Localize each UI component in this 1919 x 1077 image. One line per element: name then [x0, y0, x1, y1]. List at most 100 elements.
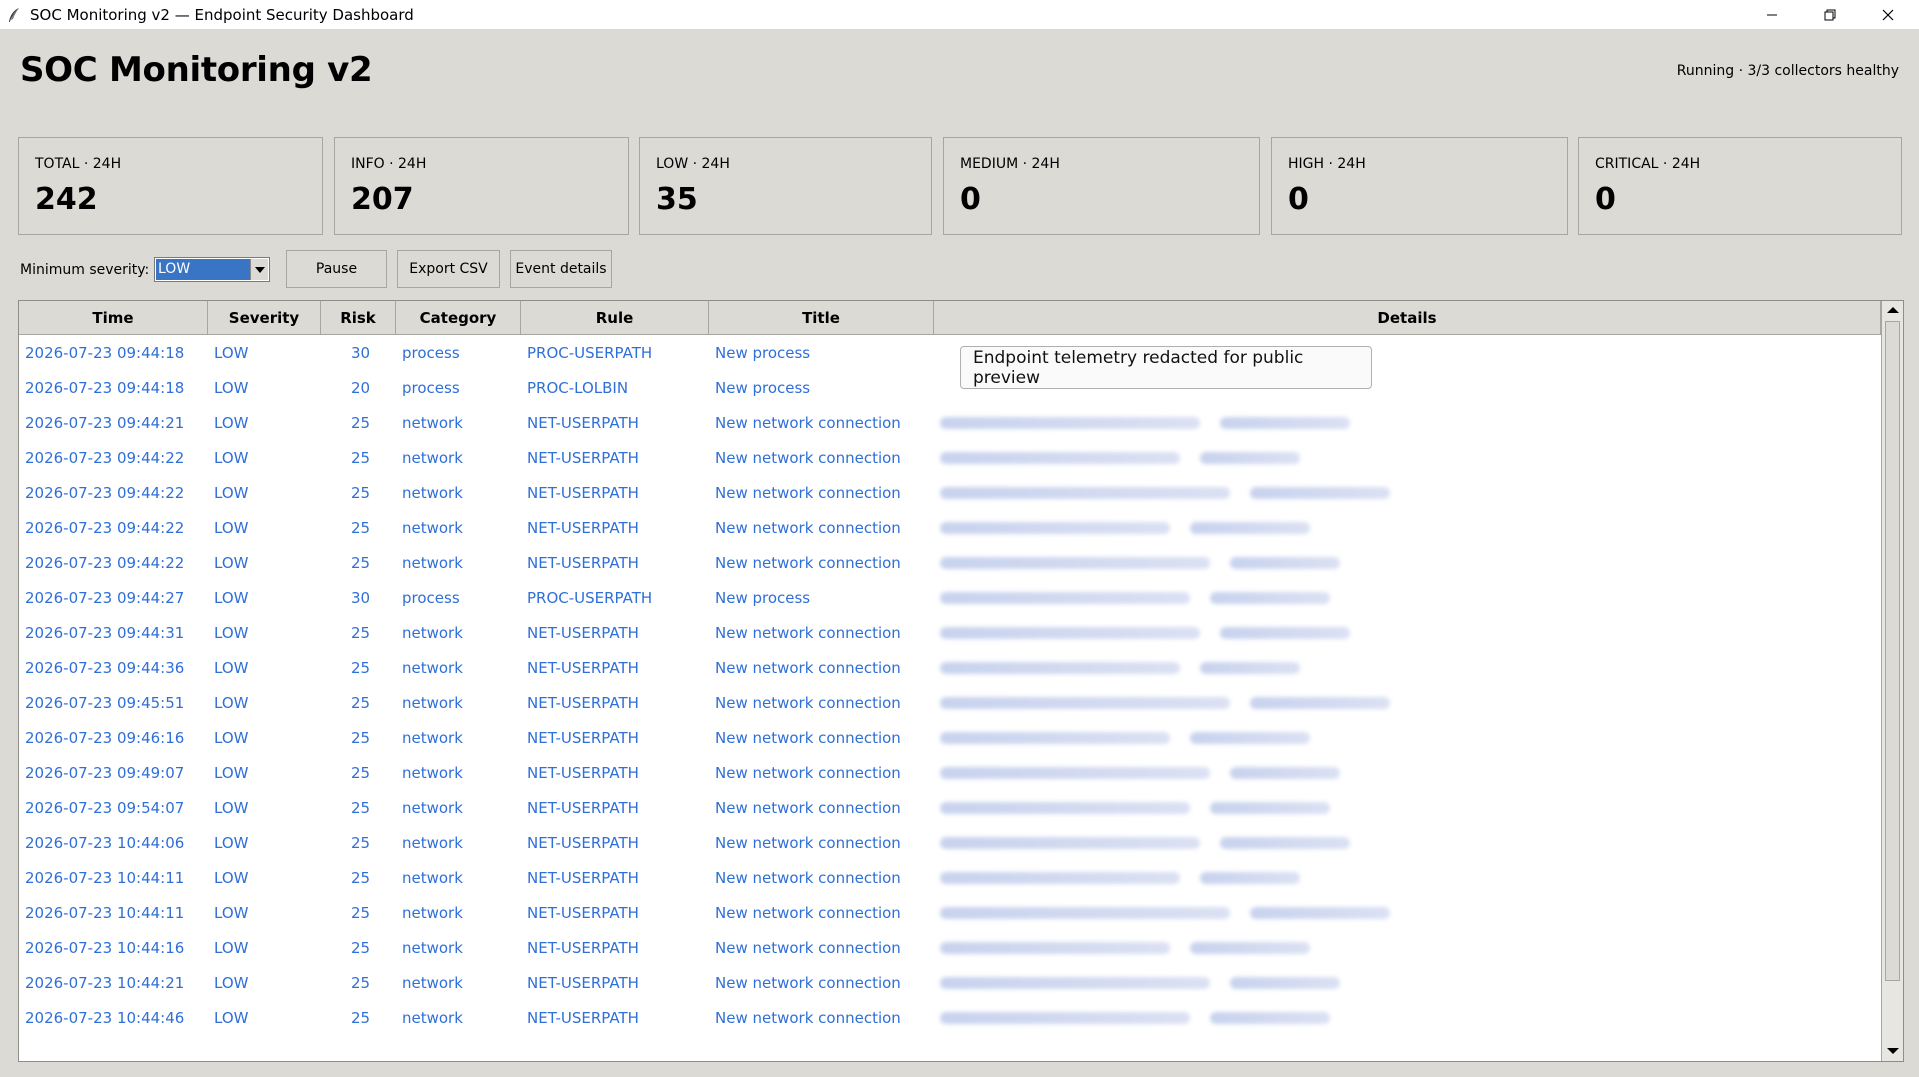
cell-title: New process: [715, 588, 811, 607]
cell-time: 2026-07-23 10:44:11: [25, 903, 185, 922]
table-row[interactable]: 2026-07-23 10:44:11 LOW 25 network NET-USERP…: [19, 860, 1881, 895]
cell-time: 2026-07-23 10:44:21: [25, 973, 185, 992]
cell-rule: PROC-LOLBIN: [527, 378, 629, 397]
pause-button[interactable]: Pause: [286, 250, 387, 288]
table-row[interactable]: 2026-07-23 10:44:16 LOW 25 network NET-USERP…: [19, 930, 1881, 965]
cell-details-redacted: [934, 440, 1881, 475]
table-row[interactable]: 2026-07-23 10:44:11 LOW 25 network NET-USERP…: [19, 895, 1881, 930]
redacted-block: [940, 486, 1230, 499]
card-high: HIGH · 24H 0: [1271, 137, 1568, 235]
vertical-scrollbar[interactable]: [1881, 301, 1903, 1061]
cell-time: 2026-07-23 09:46:16: [25, 728, 185, 747]
cell-risk: 25: [351, 553, 371, 572]
redacted-block: [1250, 486, 1390, 499]
redacted-block: [940, 626, 1200, 639]
scroll-up-button[interactable]: [1882, 301, 1903, 319]
cell-rule: NET-USERPATH: [527, 868, 639, 887]
redacted-block: [940, 521, 1170, 534]
table-row[interactable]: 2026-07-23 09:44:21 LOW 25 network NET-USERP…: [19, 405, 1881, 440]
column-header-time[interactable]: Time: [19, 301, 208, 335]
column-header-category[interactable]: Category: [396, 301, 521, 335]
close-button[interactable]: [1859, 0, 1917, 29]
redacted-block: [940, 836, 1200, 849]
table-row[interactable]: 2026-07-23 09:49:07 LOW 25 network NET-USERP…: [19, 755, 1881, 790]
card-value: 0: [960, 182, 981, 217]
cell-title: New process: [715, 343, 811, 362]
table-row[interactable]: 2026-07-23 09:44:31 LOW 25 network NET-USERP…: [19, 615, 1881, 650]
table-row[interactable]: 2026-07-23 09:44:22 LOW 25 network NET-USERP…: [19, 440, 1881, 475]
cell-risk: 25: [351, 973, 371, 992]
cell-title: New network connection: [715, 658, 901, 677]
minimize-button[interactable]: [1743, 0, 1801, 29]
collector-status: Running · 3/3 collectors healthy: [1676, 63, 1899, 79]
redacted-block: [940, 766, 1210, 779]
table-row[interactable]: 2026-07-23 10:44:21 LOW 25 network NET-USERP…: [19, 965, 1881, 1000]
table-row[interactable]: 2026-07-23 09:46:16 LOW 25 network NET-USERP…: [19, 720, 1881, 755]
export-csv-button[interactable]: Export CSV: [397, 250, 500, 288]
cell-title: New network connection: [715, 973, 901, 992]
cell-category: process: [402, 378, 460, 397]
redacted-block: [940, 871, 1180, 884]
table-row[interactable]: 2026-07-23 10:44:46 LOW 25 network NET-USERP…: [19, 1000, 1881, 1035]
table-row[interactable]: 2026-07-23 09:44:22 LOW 25 network NET-USERP…: [19, 545, 1881, 580]
cell-category: network: [402, 798, 463, 817]
cell-details-redacted: [934, 720, 1881, 755]
table-row[interactable]: 2026-07-23 09:44:18 LOW 30 process PROC-USER…: [19, 335, 1881, 370]
window-titlebar: SOC Monitoring v2 — Endpoint Security Da…: [0, 0, 1919, 29]
event-details-button[interactable]: Event details: [510, 250, 612, 288]
cell-time: 2026-07-23 10:44:06: [25, 833, 185, 852]
column-header-title[interactable]: Title: [709, 301, 934, 335]
cell-details-redacted: [934, 545, 1881, 580]
cell-details-redacted: [934, 1000, 1881, 1035]
redacted-block: [1220, 416, 1350, 429]
cell-category: network: [402, 623, 463, 642]
cell-time: 2026-07-23 09:44:22: [25, 483, 185, 502]
cell-time: 2026-07-23 10:44:11: [25, 868, 185, 887]
table-header: Time Severity Risk Category Rule Title D…: [19, 301, 1881, 335]
scrollbar-thumb[interactable]: [1885, 321, 1900, 981]
table-row[interactable]: 2026-07-23 09:44:18 LOW 20 process PROC-LOLB…: [19, 370, 1881, 405]
column-header-risk[interactable]: Risk: [321, 301, 396, 335]
column-header-severity[interactable]: Severity: [208, 301, 321, 335]
table-row[interactable]: 2026-07-23 09:44:27 LOW 30 process PROC-USER…: [19, 580, 1881, 615]
redacted-block: [940, 451, 1180, 464]
redacted-block: [1200, 661, 1300, 674]
table-row[interactable]: 2026-07-23 09:44:22 LOW 25 network NET-USERP…: [19, 475, 1881, 510]
cell-category: network: [402, 658, 463, 677]
table-row[interactable]: 2026-07-23 09:44:22 LOW 25 network NET-USERP…: [19, 510, 1881, 545]
cell-details-redacted: [934, 510, 1881, 545]
table-row[interactable]: 2026-07-23 09:54:07 LOW 25 network NET-USERP…: [19, 790, 1881, 825]
cell-category: network: [402, 483, 463, 502]
table-row[interactable]: 2026-07-23 10:44:06 LOW 25 network NET-USERP…: [19, 825, 1881, 860]
cell-time: 2026-07-23 09:44:36: [25, 658, 185, 677]
min-severity-select[interactable]: LOW: [154, 257, 270, 282]
redacted-block: [940, 591, 1190, 604]
redacted-block: [1210, 1011, 1330, 1024]
column-header-rule[interactable]: Rule: [521, 301, 709, 335]
table-row[interactable]: 2026-07-23 09:44:36 LOW 25 network NET-USERP…: [19, 650, 1881, 685]
scroll-down-button[interactable]: [1882, 1042, 1903, 1060]
events-table[interactable]: Time Severity Risk Category Rule Title D…: [18, 300, 1904, 1062]
cell-category: network: [402, 763, 463, 782]
cell-severity: LOW: [214, 973, 249, 992]
cell-category: network: [402, 868, 463, 887]
cell-time: 2026-07-23 09:44:18: [25, 378, 185, 397]
card-label: LOW · 24H: [656, 156, 730, 172]
cell-category: network: [402, 903, 463, 922]
cell-risk: 25: [351, 448, 371, 467]
cell-severity: LOW: [214, 553, 249, 572]
cell-rule: NET-USERPATH: [527, 413, 639, 432]
cell-severity: LOW: [214, 343, 249, 362]
cell-risk: 20: [351, 378, 371, 397]
cell-rule: NET-USERPATH: [527, 938, 639, 957]
dropdown-button[interactable]: [250, 259, 268, 280]
min-severity-value[interactable]: LOW: [156, 259, 251, 280]
restore-button[interactable]: [1801, 0, 1859, 29]
table-row[interactable]: 2026-07-23 09:45:51 LOW 25 network NET-USERP…: [19, 685, 1881, 720]
column-header-details[interactable]: Details: [934, 301, 1881, 335]
redacted-block: [1250, 906, 1390, 919]
card-value: 35: [656, 182, 698, 217]
cell-rule: NET-USERPATH: [527, 728, 639, 747]
redacted-block: [1200, 451, 1300, 464]
cell-severity: LOW: [214, 833, 249, 852]
